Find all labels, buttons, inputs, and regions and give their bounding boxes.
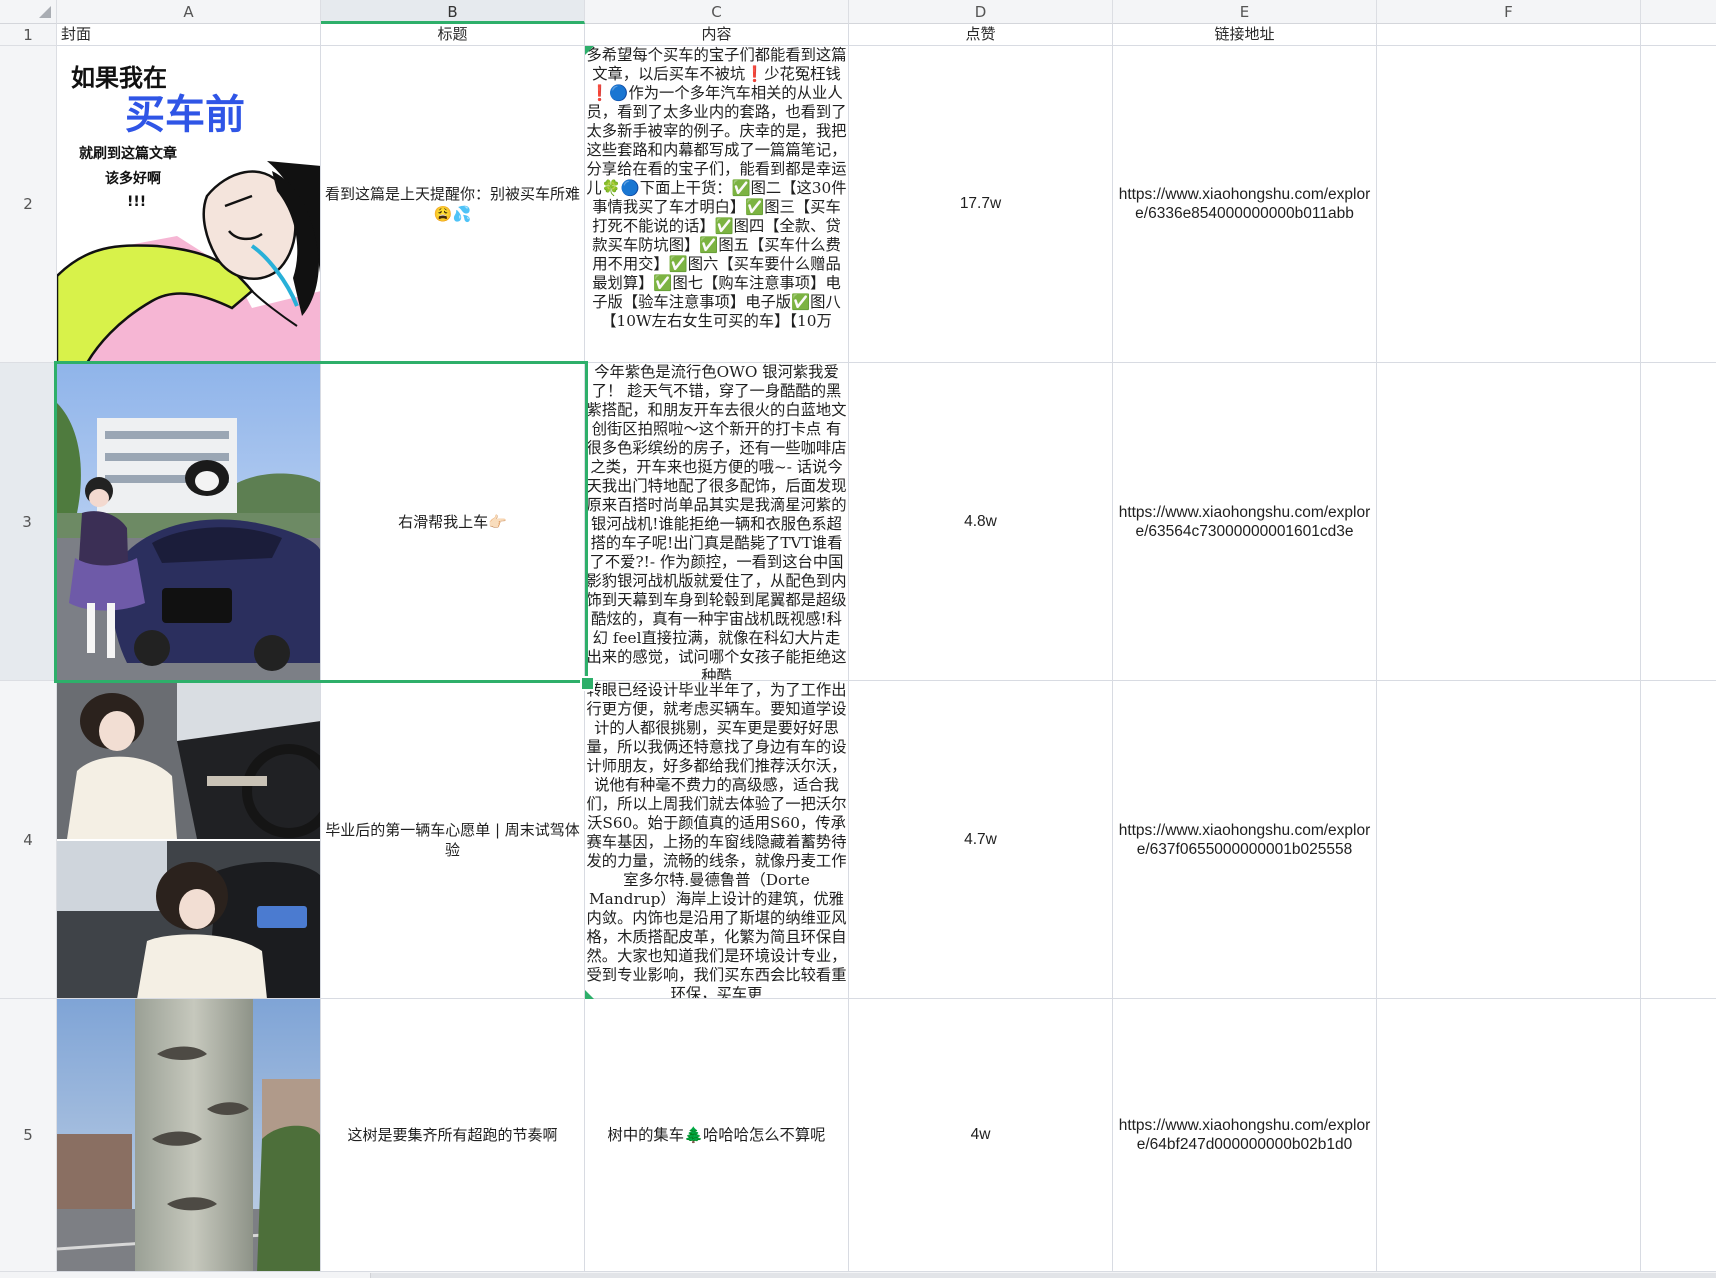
select-all-corner[interactable] <box>0 0 57 24</box>
empty-cell[interactable] <box>1641 24 1716 46</box>
cover-cell-row-5[interactable] <box>57 999 321 1272</box>
content-cell-row-5[interactable]: 树中的集车🌲哈哈哈怎么不算呢 <box>585 999 849 1272</box>
row-header-3[interactable]: 3 <box>0 363 57 681</box>
cover-illustration-crying-girl: 如果我在 买车前 就刷到这篇文章 该多好啊 !!! <box>57 46 320 362</box>
content-cell-row-2[interactable]: 多希望每个买车的宝子们都能看到这篇文章，以后买车不被坑❗少花冤枉钱❗🔵作为一个多… <box>585 46 849 363</box>
column-header-b[interactable]: B <box>321 0 585 24</box>
cell-comment-marker-icon[interactable] <box>585 990 594 999</box>
spreadsheet-grid: A B C D E F 1 2 3 4 5 封面 标题 内容 点赞 链接地址 如… <box>0 0 1716 1278</box>
empty-cell[interactable] <box>1641 363 1716 681</box>
column-header-a[interactable]: A <box>57 0 321 24</box>
empty-cell[interactable] <box>1377 681 1641 999</box>
cell-comment-marker-icon[interactable] <box>585 46 594 55</box>
select-all-triangle-icon <box>39 6 51 18</box>
likes-cell-row-5[interactable]: 4w <box>849 999 1113 1272</box>
likes-cell-row-3[interactable]: 4.8w <box>849 363 1113 681</box>
content-cell-row-3[interactable]: 今年紫色是流行色OWO 银河紫我爱了！ 趁天气不错，穿了一身酷酷的黑紫搭配，和朋… <box>585 363 849 681</box>
cover-cell-row-4[interactable] <box>57 681 321 999</box>
empty-cell[interactable] <box>1377 999 1641 1272</box>
content-cell-row-4[interactable]: 转眼已经设计毕业半年了，为了工作出行更方便，就考虑买辆车。要知道学设计的人都很挑… <box>585 681 849 999</box>
row-header-2[interactable]: 2 <box>0 46 57 363</box>
link-cell-row-4[interactable]: https://www.xiaohongshu.com/explore/637f… <box>1113 681 1377 999</box>
link-cell-row-3[interactable]: https://www.xiaohongshu.com/explore/6356… <box>1113 363 1377 681</box>
column-header-f[interactable]: F <box>1377 0 1641 24</box>
likes-cell-row-2[interactable]: 17.7w <box>849 46 1113 363</box>
cover-photos-girl-in-car <box>57 681 320 998</box>
horizontal-scrollbar[interactable] <box>0 1272 1716 1278</box>
empty-cell[interactable] <box>1377 46 1641 363</box>
empty-cell[interactable] <box>1641 46 1716 363</box>
empty-cell[interactable] <box>1377 363 1641 681</box>
cover-text-line4: 该多好啊 <box>105 170 161 187</box>
fill-handle[interactable] <box>580 676 595 691</box>
column-header-g[interactable] <box>1641 0 1716 24</box>
header-cell-title[interactable]: 标题 <box>321 24 585 46</box>
likes-cell-row-4[interactable]: 4.7w <box>849 681 1113 999</box>
title-cell-row-5[interactable]: 这树是要集齐所有超跑的节奏啊 <box>321 999 585 1272</box>
cover-photo-girl-with-blue-car <box>57 363 320 680</box>
cover-text-line3: 就刷到这篇文章 <box>79 145 177 162</box>
empty-cell[interactable] <box>1641 999 1716 1272</box>
cover-photo-tree-trunk <box>57 999 320 1271</box>
empty-cell[interactable] <box>1377 24 1641 46</box>
title-cell-row-4[interactable]: 毕业后的第一辆车心愿单 | 周末试驾体验 <box>321 681 585 999</box>
cover-text-line1: 如果我在 <box>71 64 167 92</box>
cover-cell-row-2[interactable]: 如果我在 买车前 就刷到这篇文章 该多好啊 !!! <box>57 46 321 363</box>
column-header-c[interactable]: C <box>585 0 849 24</box>
empty-cell[interactable] <box>1641 681 1716 999</box>
title-cell-row-3[interactable]: 右滑帮我上车👉🏻 <box>321 363 585 681</box>
header-cell-likes[interactable]: 点赞 <box>849 24 1113 46</box>
cover-text-line2: 买车前 <box>125 92 245 138</box>
link-cell-row-2[interactable]: https://www.xiaohongshu.com/explore/6336… <box>1113 46 1377 363</box>
row-header-4[interactable]: 4 <box>0 681 57 999</box>
row-header-1[interactable]: 1 <box>0 24 57 46</box>
title-cell-row-2[interactable]: 看到这篇是上天提醒你：别被买车所难😩💦 <box>321 46 585 363</box>
cover-text-line5: !!! <box>127 194 146 210</box>
header-cell-link[interactable]: 链接地址 <box>1113 24 1377 46</box>
row-header-5[interactable]: 5 <box>0 999 57 1272</box>
header-cell-cover[interactable]: 封面 <box>57 24 321 46</box>
scrollbar-thumb[interactable] <box>370 1273 1716 1278</box>
header-cell-content[interactable]: 内容 <box>585 24 849 46</box>
cover-cell-row-3[interactable] <box>57 363 321 681</box>
column-header-e[interactable]: E <box>1113 0 1377 24</box>
link-cell-row-5[interactable]: https://www.xiaohongshu.com/explore/64bf… <box>1113 999 1377 1272</box>
column-header-d[interactable]: D <box>849 0 1113 24</box>
